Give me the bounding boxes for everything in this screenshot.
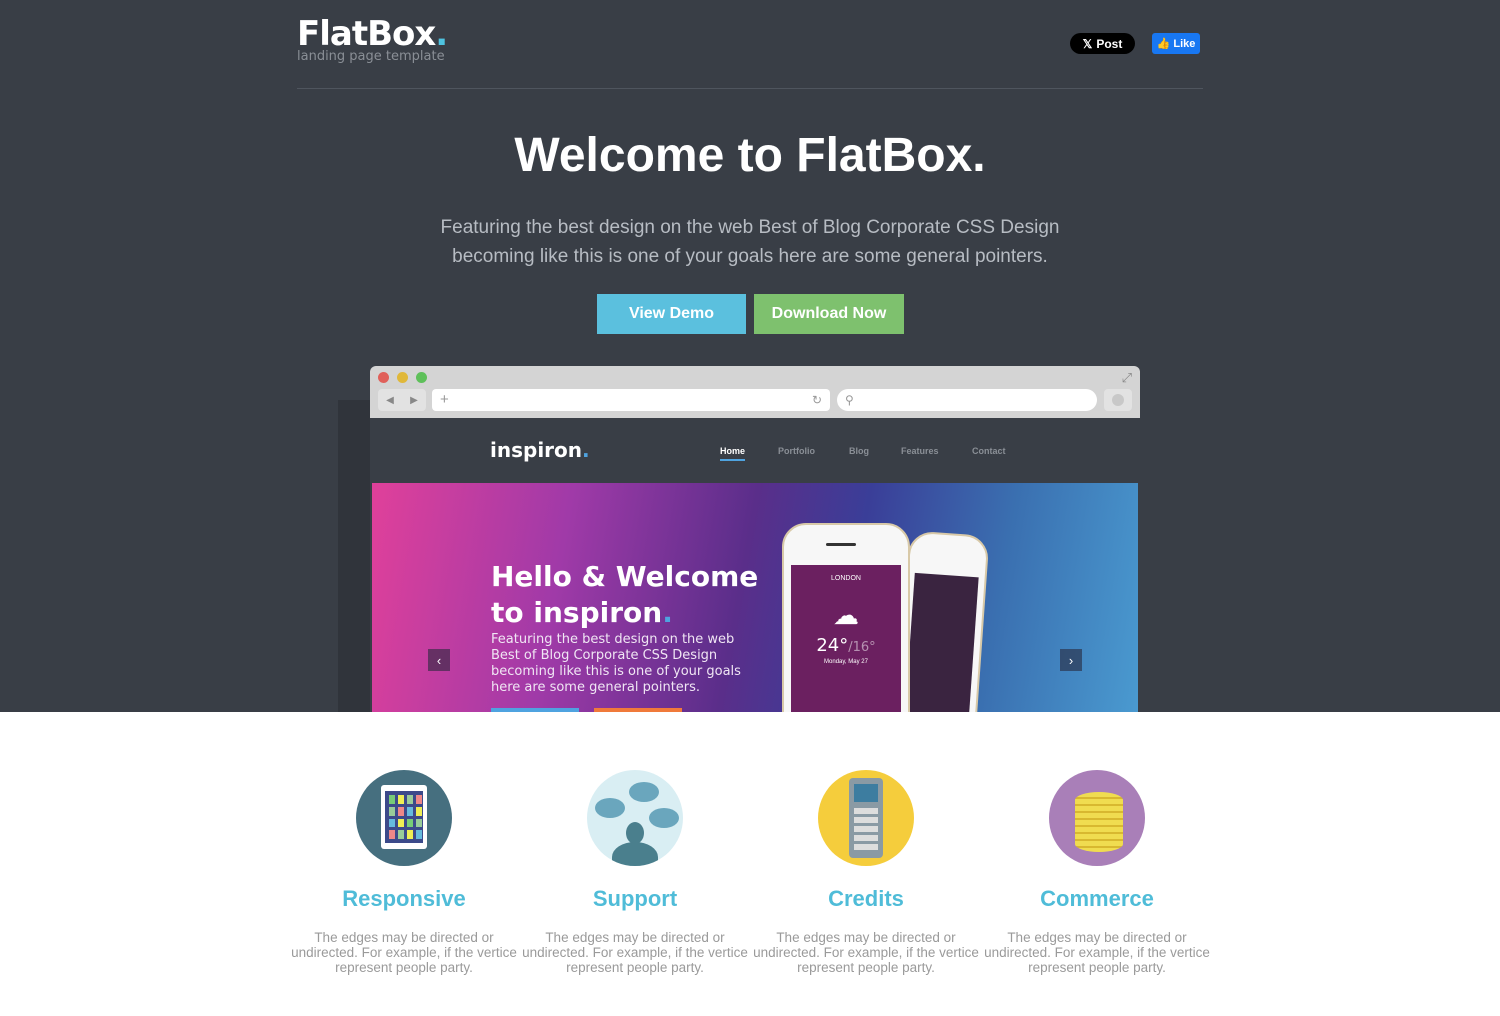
expand-icon: ⤢ <box>1121 370 1132 385</box>
chevron-right-icon: › <box>1060 649 1082 671</box>
search-icon: ⚲ <box>845 393 854 407</box>
browser-chrome: ⤢ ◀ ▶ + ↻ ⚲ <box>370 366 1140 418</box>
close-dot-icon <box>378 372 389 383</box>
feature-title: Commerce <box>1040 886 1154 911</box>
page-title: Welcome to FlatBox. <box>514 129 986 182</box>
feature-title: Responsive <box>342 886 466 911</box>
x-post-button[interactable]: 𝕏 Post <box>1070 33 1135 54</box>
mockup-button-orange <box>594 708 682 712</box>
feature-responsive: Responsive The edges may be directed or u… <box>289 770 519 975</box>
mockup-logo: inspiron. <box>490 438 590 462</box>
phone-date: Monday, May 27 <box>824 659 868 665</box>
feature-support: Support The edges may be directed or undi… <box>520 770 750 975</box>
feature-description: The edges may be directed or undirected.… <box>753 930 979 975</box>
chat-support-icon <box>587 770 683 866</box>
logo-dot: . <box>435 14 448 54</box>
hero-lead: Featuring the best design on the web Bes… <box>440 217 1060 267</box>
back-forward-icon: ◀ ▶ <box>378 389 426 411</box>
feature-description: The edges may be directed or undirected.… <box>291 930 517 975</box>
logo[interactable]: FlatBox. <box>297 14 448 54</box>
cloud-icon: ☁ <box>833 600 859 630</box>
download-now-button[interactable]: Download Now <box>754 294 904 334</box>
divider <box>297 88 1203 89</box>
minimize-dot-icon <box>397 372 408 383</box>
mockup-button-blue <box>491 708 579 712</box>
chevron-left-icon: ‹ <box>428 649 450 671</box>
feature-title: Credits <box>828 886 904 911</box>
search-bar: ⚲ <box>837 389 1097 411</box>
phone-screen: LONDON ☁ 24°/16° Monday, May 27 <box>791 565 901 712</box>
mockup-nav: inspiron. Home Portfolio Blog Features C… <box>370 418 1140 483</box>
like-label: Like <box>1173 37 1196 50</box>
feature-commerce: Commerce The edges may be directed or und… <box>982 770 1212 975</box>
view-demo-button[interactable]: View Demo <box>597 294 746 334</box>
tagline: landing page template <box>297 49 445 64</box>
mockup-hero: Hello & Welcome to inspiron. Featuring th… <box>372 483 1138 712</box>
url-bar: + ↻ <box>432 389 830 411</box>
feature-description: The edges may be directed or undirected.… <box>522 930 748 975</box>
hero-section: FlatBox. landing page template 𝕏 Post 👍 Li… <box>0 0 1500 712</box>
maximize-dot-icon <box>416 372 427 383</box>
mockup-hero-title: Hello & Welcome to inspiron. <box>491 560 759 629</box>
mockup-hero-text: Featuring the best design on the web Bes… <box>491 632 741 695</box>
reload-icon: ↻ <box>811 393 822 407</box>
mockup-nav-portfolio: Portfolio <box>778 446 815 456</box>
feature-description: The edges may be directed or undirected.… <box>984 930 1210 975</box>
phone-keypad-icon <box>818 770 914 866</box>
feature-title: Support <box>592 886 678 911</box>
mockup-nav-contact: Contact <box>972 446 1006 456</box>
coins-icon <box>1049 770 1145 866</box>
facebook-like-button[interactable]: 👍 Like <box>1152 33 1200 54</box>
logo-text: FlatBox <box>297 14 436 54</box>
tablet-icon <box>356 770 452 866</box>
browser-mockup: ⤢ ◀ ▶ + ↻ ⚲ inspiron. Home Portfolio Blog … <box>370 366 1140 712</box>
mockup-nav-blog: Blog <box>849 446 869 456</box>
plus-icon: + <box>440 391 449 408</box>
mockup-nav-home: Home <box>720 446 746 461</box>
thumbs-up-icon: 👍 <box>1156 38 1171 50</box>
feature-credits: Credits The edges may be directed or undi… <box>751 770 981 975</box>
browser-button <box>1104 389 1132 411</box>
x-post-label: Post <box>1096 36 1123 51</box>
phone-city: LONDON <box>831 575 861 582</box>
x-icon: 𝕏 <box>1082 36 1093 51</box>
phone-speaker <box>826 543 856 546</box>
mockup-nav-features: Features <box>901 446 939 456</box>
phone-front: LONDON ☁ 24°/16° Monday, May 27 <box>782 523 910 712</box>
phone-back-screen <box>902 572 979 712</box>
phone-temp: 24°/16° <box>816 635 876 656</box>
